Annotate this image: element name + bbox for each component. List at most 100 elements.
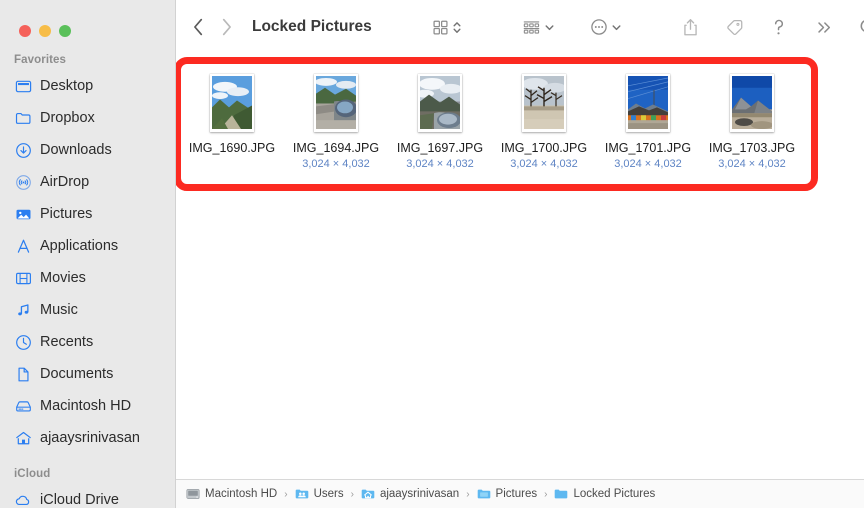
applications-icon <box>14 237 32 255</box>
folder-users-icon <box>295 487 309 501</box>
chevron-down-icon[interactable] <box>544 19 555 36</box>
sidebar-item-label: Dropbox <box>40 110 95 126</box>
breadcrumb-label: Pictures <box>495 488 538 500</box>
action-menu-control[interactable] <box>590 13 622 41</box>
breadcrumb-separator: › <box>544 488 548 500</box>
pictures-icon <box>14 205 32 223</box>
breadcrumb-macintosh-hd[interactable]: Macintosh HD <box>186 487 277 501</box>
view-mode-control[interactable] <box>432 13 462 41</box>
maximize-button[interactable] <box>59 25 71 37</box>
share-icon[interactable] <box>682 13 699 41</box>
sidebar-item-downloads[interactable]: Downloads <box>0 134 175 166</box>
sidebar-item-documents[interactable]: Documents <box>0 358 175 390</box>
sidebar-item-airdrop[interactable]: AirDrop <box>0 166 175 198</box>
home-icon <box>14 429 32 447</box>
breadcrumb-separator: › <box>350 488 354 500</box>
file-dimensions: 3,024 × 4,032 <box>718 158 786 170</box>
sidebar-item-label: Pictures <box>40 206 93 222</box>
harddisk-icon <box>14 397 32 415</box>
clock-icon <box>14 333 32 351</box>
minimize-button[interactable] <box>39 25 51 37</box>
desktop-icon <box>14 77 32 95</box>
file-dimensions: 3,024 × 4,032 <box>614 158 682 170</box>
sidebar-item-label: Desktop <box>40 78 94 94</box>
icon-view-icon[interactable] <box>432 13 449 41</box>
chevron-down-icon[interactable] <box>611 19 622 36</box>
breadcrumb-locked-pictures[interactable]: Locked Pictures <box>554 487 655 501</box>
sidebar-item-applications[interactable]: Applications <box>0 230 175 262</box>
airdrop-icon <box>14 173 32 191</box>
group-by-icon[interactable] <box>522 13 541 41</box>
folder-home-icon <box>361 487 375 501</box>
folder-icon <box>14 109 32 127</box>
back-button[interactable] <box>184 13 212 41</box>
breadcrumb-ajaaysrinivasan[interactable]: ajaaysrinivasan <box>361 487 459 501</box>
sidebar-section-icloud-label: iCloud <box>14 468 51 480</box>
chevron-updown-icon[interactable] <box>452 19 462 36</box>
file-name: IMG_1690.JPG <box>188 141 276 155</box>
sidebar-item-label: Music <box>40 302 78 318</box>
file-item[interactable]: IMG_1703.JPG 3,024 × 4,032 <box>700 74 804 171</box>
sidebar-item-recents[interactable]: Recents <box>0 326 175 358</box>
sidebar-item-music[interactable]: Music <box>0 294 175 326</box>
movies-icon <box>14 269 32 287</box>
file-name: IMG_1694.JPG <box>292 141 380 155</box>
file-name: IMG_1701.JPG <box>604 141 692 155</box>
sidebar-item-label: Movies <box>40 270 86 286</box>
document-icon <box>14 365 32 383</box>
main-area: Locked Pictures IMG_1690.JPG IMG_1694.JP… <box>176 0 864 508</box>
sidebar-item-label: AirDrop <box>40 174 90 190</box>
path-bar: Macintosh HD › Users › ajaaysrinivasan › <box>176 479 864 508</box>
search-icon[interactable] <box>859 13 864 41</box>
sidebar-item-label: Recents <box>40 334 94 350</box>
file-dimensions: 3,024 × 4,032 <box>510 158 578 170</box>
harddisk-icon <box>186 487 200 501</box>
folder-icon <box>477 487 491 501</box>
file-thumbnail <box>314 74 358 132</box>
sidebar-section-favorites-label: Favorites <box>14 54 67 66</box>
file-item[interactable]: IMG_1701.JPG 3,024 × 4,032 <box>596 74 700 171</box>
sidebar: Favorites Desktop Dropbox Downloads AirD… <box>0 0 176 508</box>
file-item[interactable]: IMG_1700.JPG 3,024 × 4,032 <box>492 74 596 171</box>
breadcrumb-label: Users <box>313 488 344 500</box>
file-dimensions: 3,024 × 4,032 <box>302 158 370 170</box>
traffic-lights <box>0 0 175 44</box>
close-button[interactable] <box>19 25 31 37</box>
tag-icon[interactable] <box>725 13 744 41</box>
sidebar-item-label: Documents <box>40 366 114 382</box>
breadcrumb-label: Locked Pictures <box>573 488 656 500</box>
sidebar-item-macintosh-hd[interactable]: Macintosh HD <box>0 390 175 422</box>
breadcrumb-label: ajaaysrinivasan <box>379 488 460 500</box>
file-icon-grid: IMG_1690.JPG IMG_1694.JPG 3,024 × 4,032 … <box>180 54 864 171</box>
sidebar-item-dropbox[interactable]: Dropbox <box>0 102 175 134</box>
file-item[interactable]: IMG_1694.JPG 3,024 × 4,032 <box>284 74 388 171</box>
sidebar-item-icloud-drive[interactable]: iCloud Drive <box>0 484 175 508</box>
sidebar-item-label: iCloud Drive <box>40 492 119 508</box>
file-thumbnail <box>626 74 670 132</box>
sidebar-item-movies[interactable]: Movies <box>0 262 175 294</box>
group-by-control[interactable] <box>522 13 555 41</box>
sidebar-item-desktop[interactable]: Desktop <box>0 70 175 102</box>
sidebar-item-label: Applications <box>40 238 119 254</box>
breadcrumb-separator: › <box>284 488 288 500</box>
question-mark-icon[interactable] <box>772 13 786 41</box>
window-title: Locked Pictures <box>252 18 372 35</box>
file-item[interactable]: IMG_1697.JPG 3,024 × 4,032 <box>388 74 492 171</box>
ellipsis-circle-icon[interactable] <box>590 13 608 41</box>
file-item[interactable]: IMG_1690.JPG <box>180 74 284 157</box>
double-chevron-right-icon[interactable] <box>816 13 833 41</box>
breadcrumb-pictures[interactable]: Pictures <box>477 487 538 501</box>
music-note-icon <box>14 301 32 319</box>
download-circle-icon <box>14 141 32 159</box>
sidebar-item-pictures[interactable]: Pictures <box>0 198 175 230</box>
file-thumbnail <box>730 74 774 132</box>
finder-window: Favorites Desktop Dropbox Downloads AirD… <box>0 0 864 508</box>
cloud-icon <box>14 491 32 508</box>
forward-button[interactable] <box>212 13 240 41</box>
file-thumbnail <box>210 74 254 132</box>
file-browser-content: IMG_1690.JPG IMG_1694.JPG 3,024 × 4,032 … <box>176 54 864 479</box>
breadcrumb-users[interactable]: Users <box>295 487 344 501</box>
sidebar-item-ajaaysrinivasan[interactable]: ajaaysrinivasan <box>0 422 175 454</box>
breadcrumb-separator: › <box>466 488 470 500</box>
folder-icon <box>554 487 568 501</box>
